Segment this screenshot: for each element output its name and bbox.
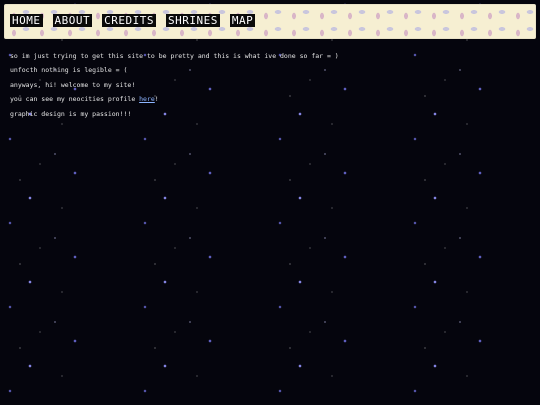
welcome-text: anyways, hi! welcome to my site! [10, 80, 136, 89]
profile-text-suffix: ! [154, 95, 159, 104]
header-banner: HOME ABOUT CREDITS SHRINES MAP [4, 4, 536, 39]
neocities-profile-link[interactable]: here [139, 95, 155, 103]
nav-shrines-link[interactable]: SHRINES [165, 14, 220, 27]
nav-about-link[interactable]: ABOUT [52, 14, 93, 27]
legibility-text: unfocth nothing is legible = ( [10, 66, 128, 75]
nav-home-link[interactable]: HOME [10, 14, 43, 27]
nav-map-link[interactable]: MAP [229, 14, 256, 27]
intro-text: so im just trying to get this site to be… [10, 52, 339, 60]
profile-text-prefix: you can see my neocities profile [10, 95, 140, 104]
passion-text: graphic design is my passion!!! [10, 109, 132, 118]
main-content: so im just trying to get this site to be… [10, 52, 530, 124]
nav-credits-link[interactable]: CREDITS [102, 14, 156, 27]
profile-text: you can see my neocities profile here! [10, 95, 530, 103]
main-nav: HOME ABOUT CREDITS SHRINES MAP [10, 14, 256, 27]
